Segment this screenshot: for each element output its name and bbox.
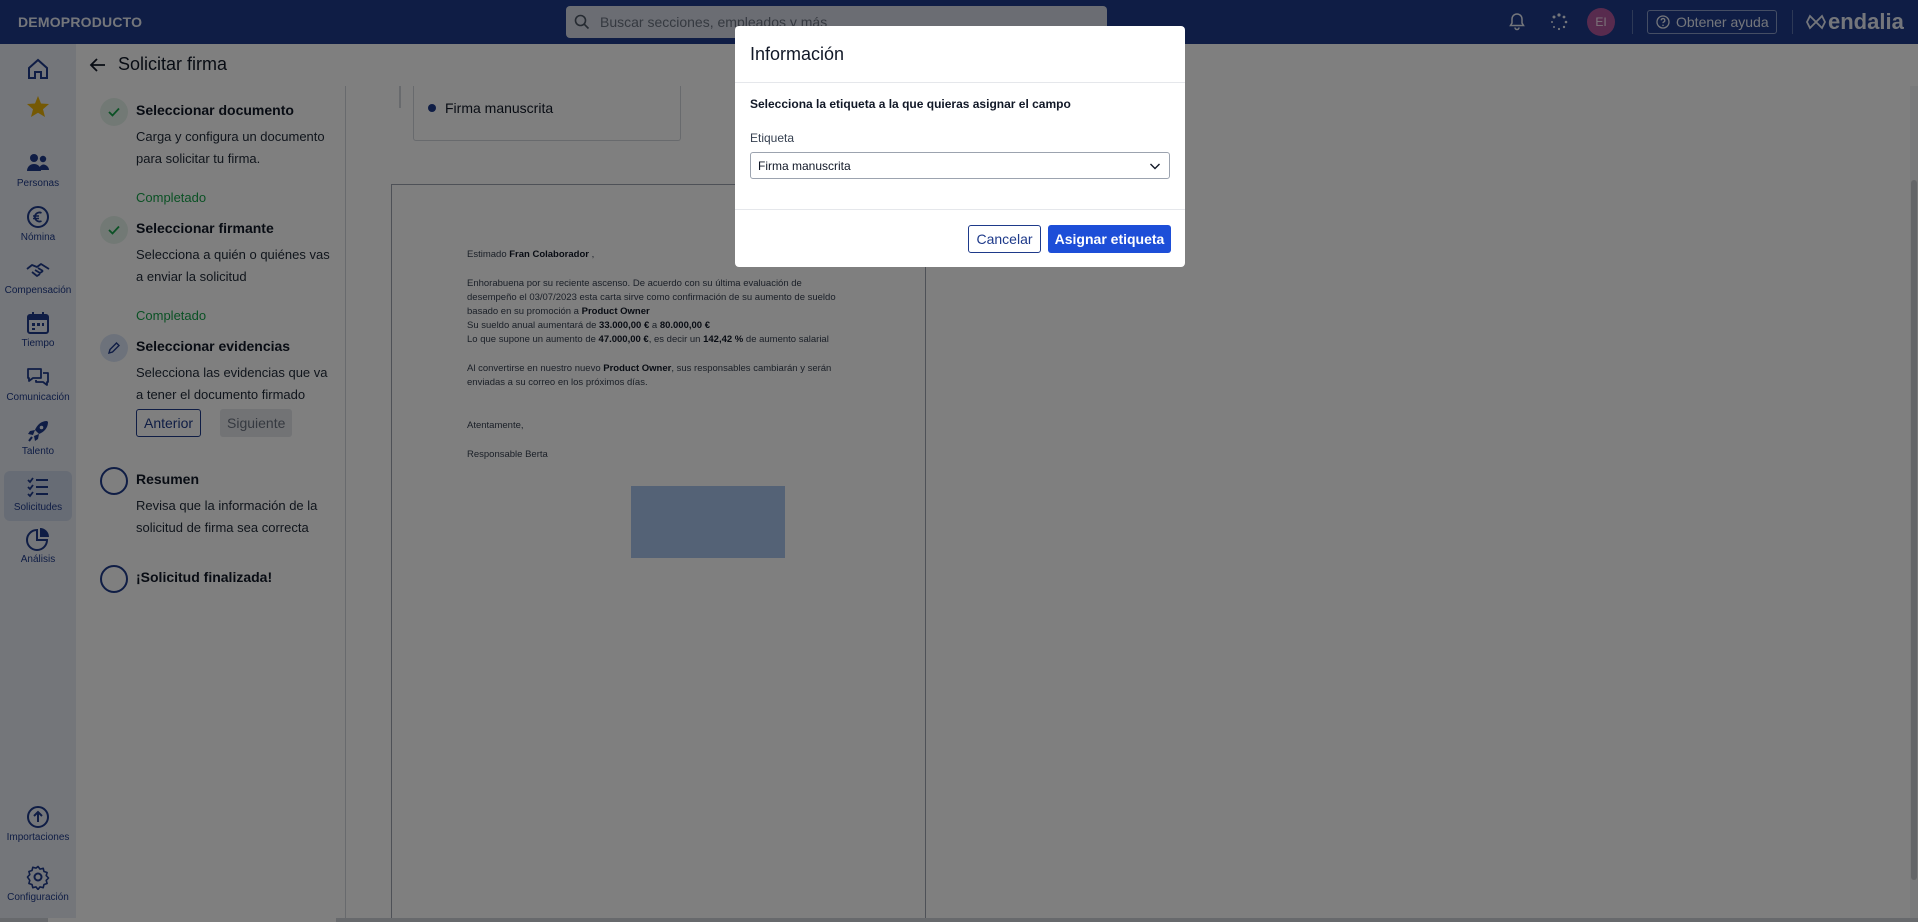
divider [735,209,1185,210]
dialog-message: Selecciona la etiqueta a la que quieras … [750,97,1071,111]
divider [735,82,1185,83]
tag-field-label: Etiqueta [750,131,795,145]
cancel-button[interactable]: Cancelar [968,225,1041,253]
tag-select-value: Firma manuscrita [758,158,851,173]
chevron-down-icon [1150,163,1160,170]
assign-tag-button[interactable]: Asignar etiqueta [1048,225,1171,253]
info-dialog: Información Selecciona la etiqueta a la … [735,26,1185,267]
dialog-title: Información [750,44,845,64]
tag-select[interactable]: Firma manuscrita [750,152,1170,179]
